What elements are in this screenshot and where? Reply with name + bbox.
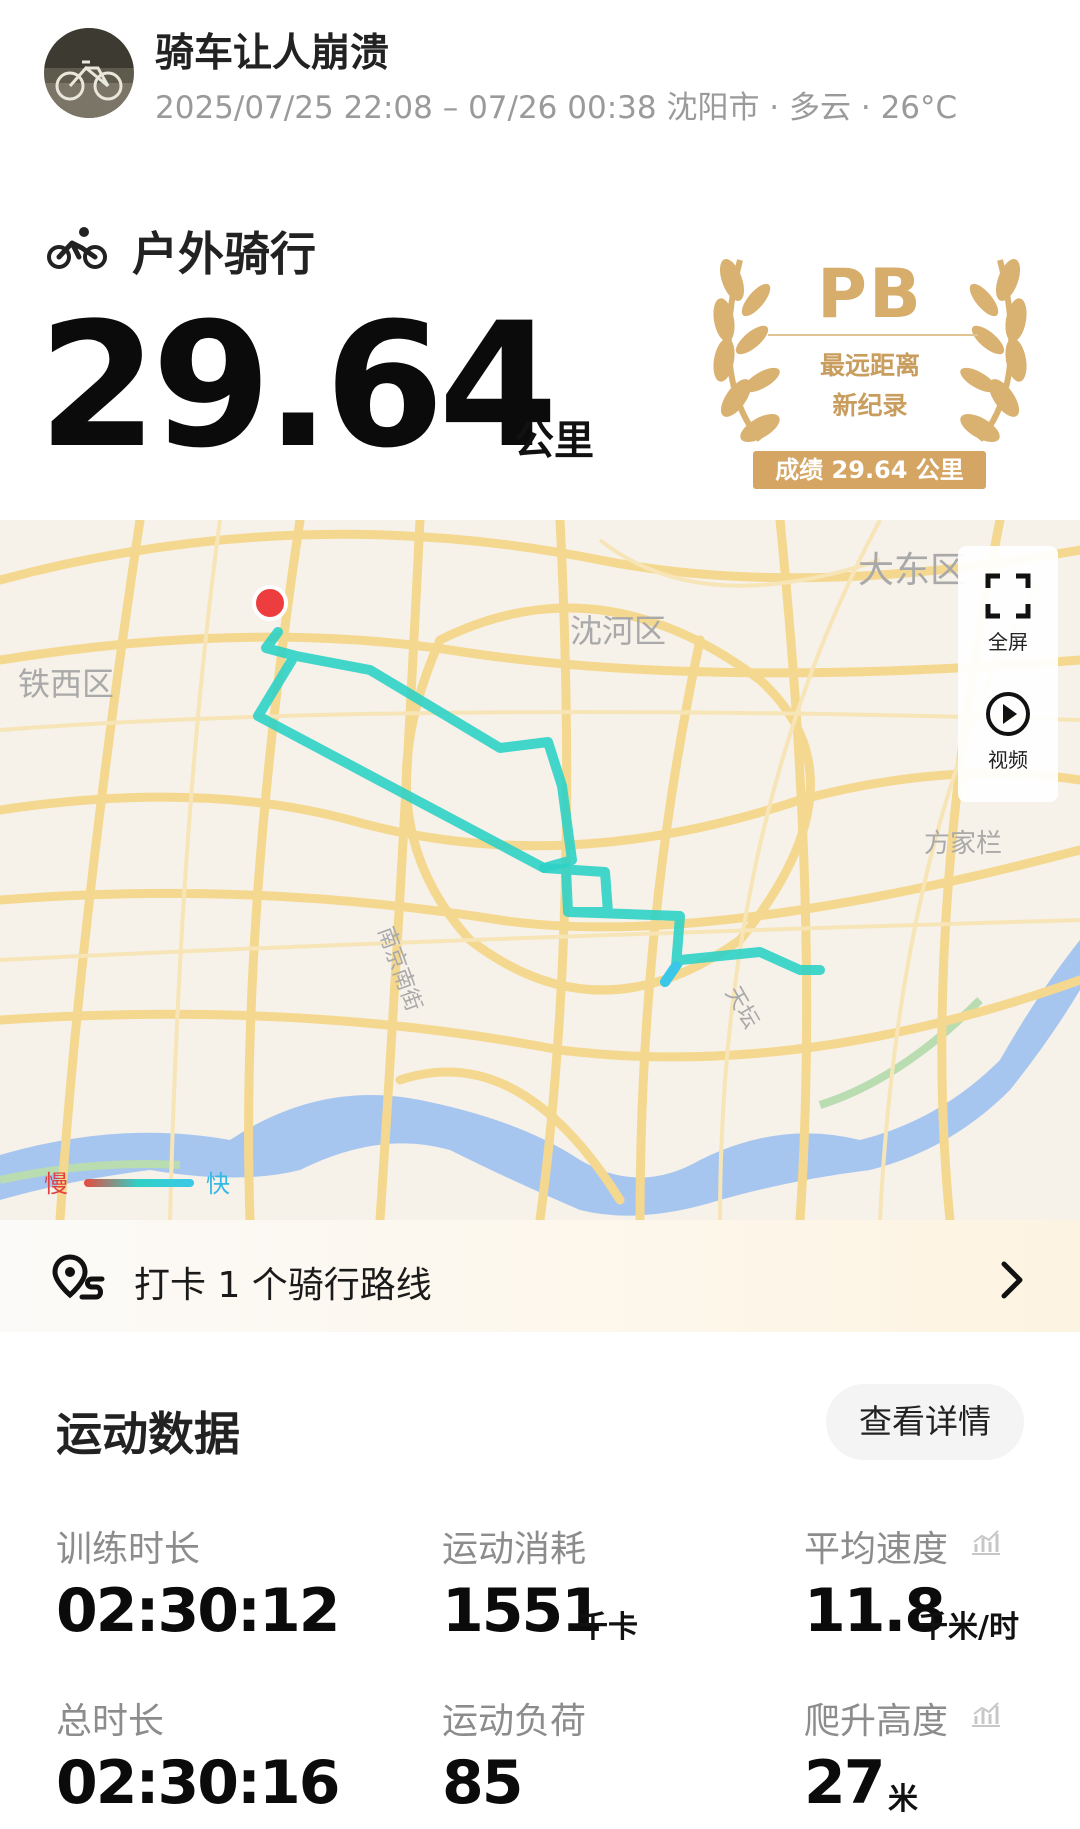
speed-legend-slow: 慢 [44, 1170, 68, 1198]
map-controls: 全屏 视频 [958, 546, 1058, 802]
trend-chart-icon[interactable] [970, 1528, 1002, 1556]
stat-label-training-time: 训练时长 [56, 1529, 201, 1570]
bike-icon [47, 227, 107, 269]
map-label-fangjia: 方家栏 [924, 829, 1002, 859]
stat-unit-avg-speed: 千米/时 [918, 1610, 1019, 1645]
pb-divider [768, 334, 978, 336]
map-label-shenhe: 沈河区 [570, 612, 666, 650]
pb-score-badge: 成绩 29.64 公里 [753, 451, 986, 489]
view-details-button[interactable]: 查看详情 [826, 1384, 1024, 1460]
fullscreen-label[interactable]: 全屏 [958, 626, 1058, 655]
stat-value-total-time: 02:30:16 [56, 1748, 340, 1818]
stat-label-avg-speed: 平均速度 [804, 1529, 949, 1570]
start-marker-icon [252, 585, 288, 621]
stat-value-training-time: 02:30:12 [56, 1576, 340, 1646]
pb-record-line2: 新纪录 [832, 391, 908, 420]
stat-label-total-time: 总时长 [56, 1701, 165, 1742]
speed-legend-fast: 快 [206, 1170, 230, 1198]
map-canvas[interactable]: 大东区 沈河区 铁西区 方家栏 南京南街 天坛 [0, 520, 1080, 1220]
stat-unit-elevation-gain: 米 [888, 1782, 918, 1817]
pb-record-line1: 最远距离 [819, 351, 920, 380]
stat-value-elevation-gain: 27 [804, 1748, 885, 1818]
trend-chart-icon[interactable] [970, 1700, 1002, 1728]
chevron-right-icon[interactable] [998, 1260, 1026, 1300]
route-map[interactable]: 大东区 沈河区 铁西区 方家栏 南京南街 天坛 [0, 520, 1080, 1220]
avatar[interactable] [44, 28, 134, 118]
activity-meta: 2025/07/25 22:08 – 07/26 00:38 沈阳市 · 多云 … [155, 90, 958, 126]
map-label-dadong: 大东区 [858, 550, 966, 591]
pb-title: PB [817, 255, 923, 334]
fullscreen-icon[interactable] [984, 572, 1032, 620]
video-play-icon[interactable] [984, 690, 1032, 738]
stat-unit-calories: 千卡 [578, 1610, 638, 1645]
stat-label-elevation-gain: 爬升高度 [804, 1701, 949, 1742]
map-label-tiexi: 铁西区 [18, 665, 114, 703]
video-label[interactable]: 视频 [958, 744, 1058, 773]
route-pin-icon [52, 1254, 105, 1300]
stat-label-training-load: 运动负荷 [442, 1701, 587, 1742]
stat-value-training-load: 85 [442, 1748, 523, 1818]
checkin-text[interactable]: 打卡 1 个骑行路线 [134, 1256, 432, 1308]
user-name: 骑车让人崩溃 [155, 31, 390, 76]
stat-label-calories: 运动消耗 [442, 1529, 587, 1570]
distance-value: 29.64 [38, 285, 558, 486]
distance-unit: 公里 [514, 418, 594, 464]
speed-legend-bar [84, 1179, 194, 1187]
activity-type: 户外骑行 [132, 227, 316, 281]
section-title: 运动数据 [56, 1407, 240, 1461]
